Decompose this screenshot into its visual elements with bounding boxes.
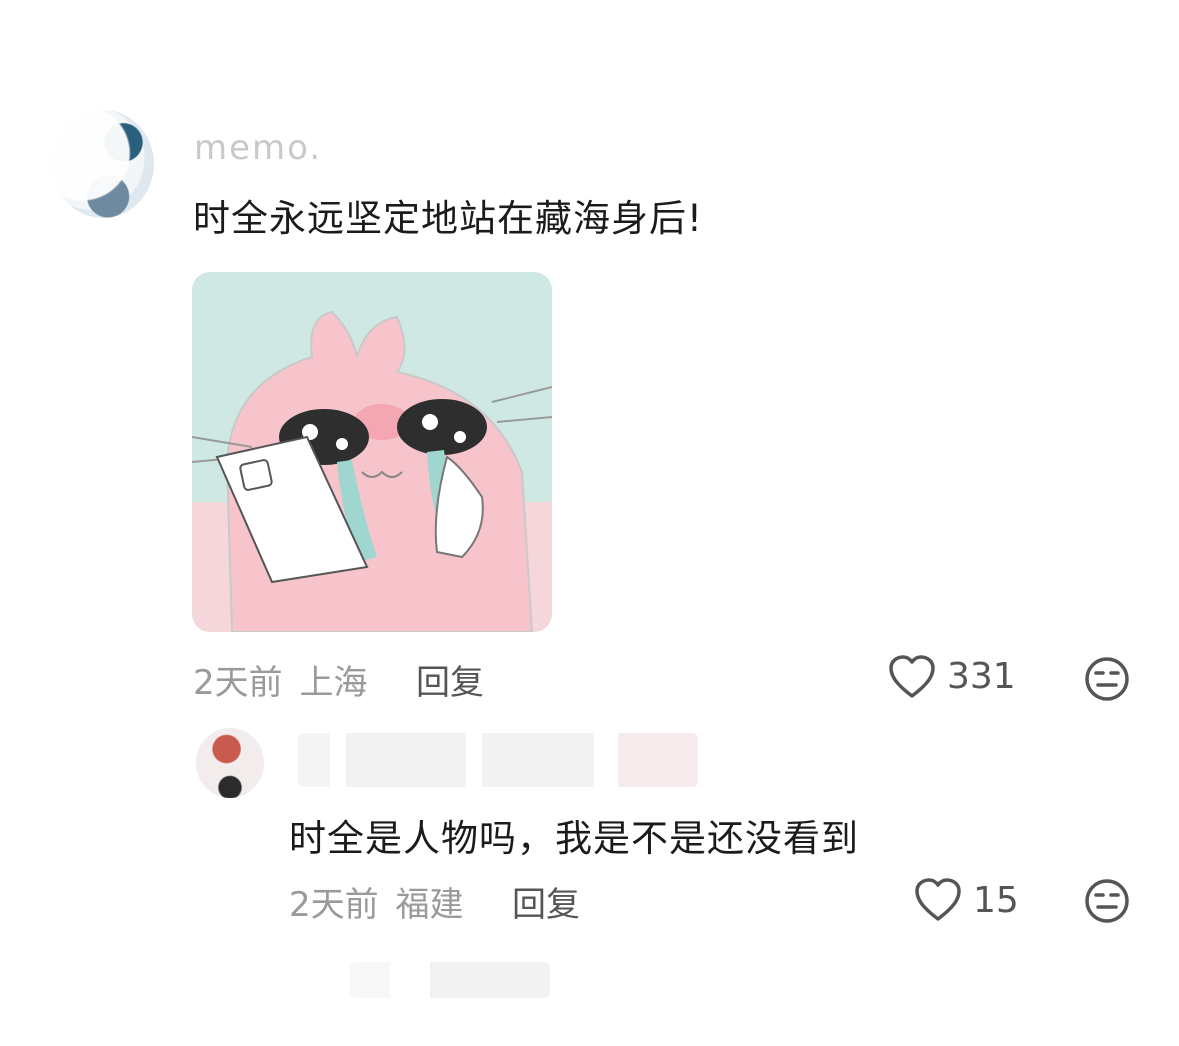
heart-outline-icon — [889, 655, 935, 698]
meh-face-icon — [1085, 657, 1129, 701]
reply-comment-meta: 2天前 福建 — [289, 877, 463, 926]
dislike-button[interactable] — [1083, 655, 1131, 703]
reply-dislike-button[interactable] — [1083, 877, 1131, 925]
reply-user-avatar[interactable] — [196, 728, 264, 798]
reply-like-button[interactable] — [914, 877, 962, 923]
reply-comment-time: 2天前 — [289, 885, 379, 925]
crying-bunny-sticker — [192, 272, 552, 632]
comment-text: 时全永远坚定地站在藏海身后! — [193, 197, 703, 240]
comment-time: 2天前 — [193, 663, 283, 703]
heart-outline-icon — [915, 878, 961, 921]
reply-like-count: 15 — [973, 880, 1019, 921]
sticker-image[interactable] — [192, 272, 552, 632]
reply-button[interactable]: 回复 — [416, 655, 484, 704]
user-avatar[interactable] — [52, 110, 154, 218]
reply-reply-button[interactable]: 回复 — [512, 877, 580, 926]
meh-face-icon — [1085, 879, 1129, 923]
reply-comment-text: 时全是人物吗，我是不是还没看到 — [289, 817, 859, 860]
more-replies-blurred — [350, 962, 550, 998]
like-button[interactable] — [888, 654, 936, 700]
comment-location: 上海 — [299, 663, 368, 703]
comment-meta: 2天前 上海 — [193, 655, 367, 704]
reply-comment-location: 福建 — [395, 885, 464, 925]
like-count: 331 — [947, 656, 1016, 697]
username[interactable]: memo. — [194, 122, 322, 162]
reply-username[interactable] — [298, 733, 698, 787]
